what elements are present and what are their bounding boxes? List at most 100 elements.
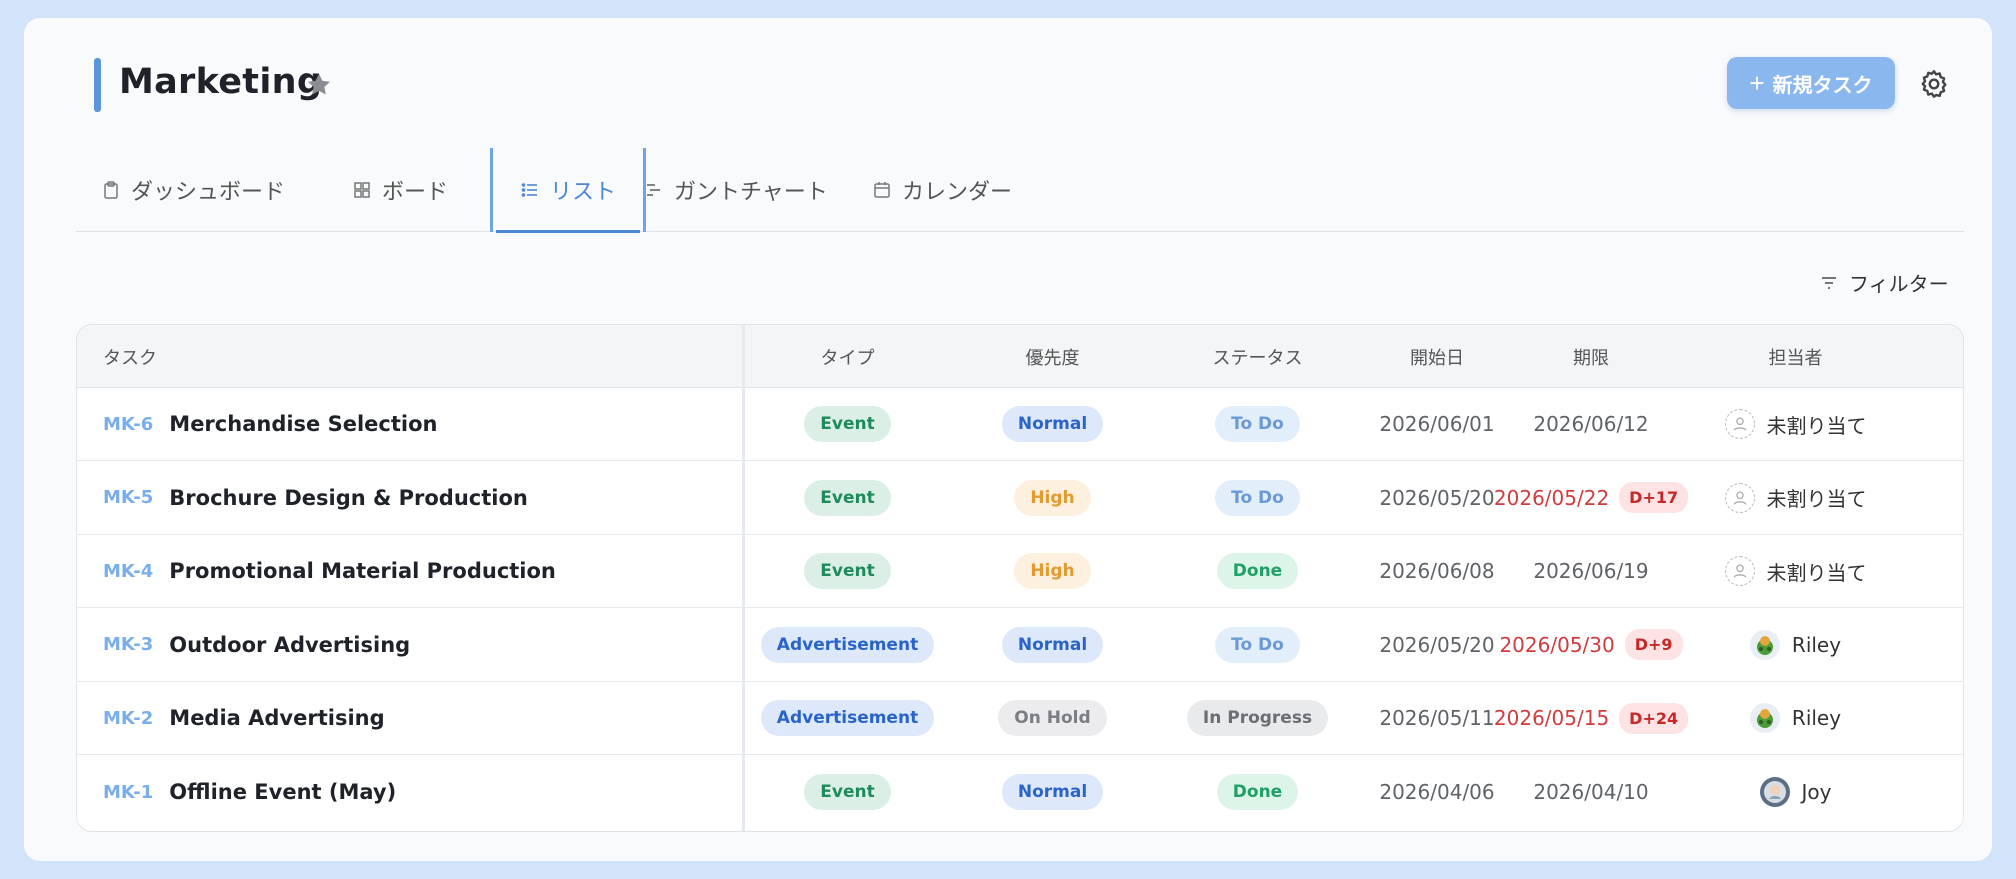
tab-label: カレンダー	[902, 180, 1013, 205]
type-badge: Advertisement	[760, 700, 935, 736]
task-name[interactable]: Media Advertising	[169, 706, 384, 730]
unassigned-avatar-icon	[1724, 482, 1755, 513]
task-name[interactable]: Outdoor Advertising	[169, 633, 410, 657]
assignee[interactable]: 未割り当て	[1724, 409, 1867, 439]
table-row[interactable]: MK-6 Merchandise Selection Event Normal To D…	[77, 388, 1963, 461]
due-date-cell: 2026/05/30 D+9	[1499, 609, 1683, 681]
new-task-label: 新規タスク	[1772, 74, 1873, 97]
tab-label: リスト	[550, 180, 617, 205]
table-row[interactable]: MK-2 Media Advertising Advertisement On Hol…	[77, 682, 1963, 755]
status-badge: To Do	[1215, 626, 1300, 663]
due-date-cell: 2026/05/22 D+17	[1494, 462, 1689, 534]
tab-calendar[interactable]: カレンダー	[872, 148, 1012, 232]
priority-badge: On Hold	[998, 700, 1107, 736]
priority-cell: On Hold	[950, 682, 1155, 754]
assignee[interactable]: Riley	[1749, 629, 1842, 660]
column-header-status[interactable]: ステータス	[1155, 325, 1360, 388]
calendar-icon	[874, 182, 890, 198]
gantt-icon	[647, 184, 660, 196]
status-badge: To Do	[1215, 479, 1300, 516]
tab-label: ダッシュボード	[131, 180, 286, 205]
task-key[interactable]: MK-1	[103, 782, 153, 803]
table-row[interactable]: MK-3 Outdoor Advertising Advertisement Norm…	[77, 609, 1963, 682]
list-icon	[521, 183, 537, 197]
table-row[interactable]: MK-1 Offline Event (May) Event Normal Done 20…	[77, 756, 1963, 829]
plus-icon: +	[1749, 68, 1765, 98]
avatar	[1749, 629, 1780, 660]
filter-label: フィルター	[1849, 272, 1949, 296]
status-badge: In Progress	[1186, 700, 1329, 736]
page-title: Marketing	[119, 62, 323, 102]
type-badge: Event	[804, 553, 891, 589]
task-key[interactable]: MK-6	[103, 414, 153, 435]
assignee-name: Riley	[1791, 632, 1842, 657]
assignee-name: Riley	[1791, 706, 1842, 730]
tab-list[interactable]: リスト	[489, 148, 647, 233]
priority-cell: Normal	[950, 756, 1155, 829]
filter-button[interactable]: フィルター	[1819, 268, 1949, 297]
title-accent-bar	[94, 58, 101, 112]
due-date: 2026/05/22	[1493, 485, 1610, 510]
start-date: 2026/05/20	[1379, 485, 1495, 510]
assignee-name: 未割り当て	[1766, 487, 1867, 511]
task-cell: MK-2 Media Advertising	[103, 682, 743, 754]
table-row[interactable]: MK-4 Promotional Material Production Event…	[77, 535, 1963, 608]
assignee-name: 未割り当て	[1766, 560, 1867, 585]
assignee[interactable]: 未割り当て	[1724, 482, 1867, 513]
tab-board[interactable]: ボード	[352, 148, 448, 232]
type-badge: Advertisement	[760, 626, 935, 663]
task-name[interactable]: Promotional Material Production	[169, 559, 556, 583]
assignee-cell: 未割り当て	[1668, 388, 1923, 460]
due-date: 2026/05/15	[1493, 706, 1610, 730]
due-date: 2026/06/19	[1533, 559, 1649, 583]
assignee[interactable]: Joy	[1759, 777, 1831, 807]
task-name[interactable]: Brochure Design & Production	[169, 486, 528, 510]
assignee[interactable]: 未割り当て	[1724, 556, 1867, 586]
start-date: 2026/06/08	[1379, 559, 1495, 583]
table-header: タスク タイプ 優先度 ステータス 開始日 期限 担当者	[77, 325, 1963, 388]
priority-cell: High	[950, 535, 1155, 607]
active-tab-underline	[496, 230, 641, 233]
new-task-button[interactable]: + 新規タスク	[1727, 57, 1895, 109]
assignee-cell: Riley	[1668, 609, 1923, 681]
column-header-priority[interactable]: 優先度	[950, 325, 1155, 388]
type-cell: Event	[745, 535, 950, 607]
due-date: 2026/04/10	[1533, 780, 1649, 804]
start-date-cell: 2026/05/20	[1360, 609, 1514, 681]
task-cell: MK-1 Offline Event (May)	[103, 756, 743, 829]
tab-gantt[interactable]: ガントチャート	[644, 148, 828, 232]
column-header-assignee[interactable]: 担当者	[1668, 325, 1923, 388]
status-badge: To Do	[1215, 406, 1300, 442]
priority-cell: High	[950, 462, 1155, 534]
assignee-cell: 未割り当て	[1668, 462, 1923, 534]
due-date-cell: 2026/06/19	[1514, 535, 1668, 607]
start-date: 2026/05/20	[1379, 632, 1495, 657]
task-key[interactable]: MK-2	[103, 708, 153, 729]
avatar	[1759, 777, 1790, 807]
priority-badge: High	[1014, 553, 1091, 589]
column-header-start[interactable]: 開始日	[1360, 325, 1514, 388]
task-name[interactable]: Offline Event (May)	[169, 780, 396, 804]
table-row[interactable]: MK-5 Brochure Design & Production Event Hig…	[77, 462, 1963, 535]
tab-dashboard[interactable]: ダッシュボード	[101, 148, 285, 232]
column-header-type[interactable]: タイプ	[745, 325, 950, 388]
due-date-cell: 2026/04/10	[1514, 756, 1668, 829]
tab-label: ガントチャート	[674, 180, 828, 205]
task-key[interactable]: MK-4	[103, 561, 153, 582]
column-header-task[interactable]: タスク	[103, 325, 157, 388]
due-date: 2026/05/30	[1499, 632, 1615, 657]
status-badge: Done	[1216, 553, 1299, 589]
task-key[interactable]: MK-3	[103, 634, 153, 655]
task-name[interactable]: Merchandise Selection	[169, 412, 437, 436]
assignee-cell: 未割り当て	[1668, 535, 1923, 607]
gear-icon[interactable]	[1918, 68, 1950, 100]
star-icon[interactable]	[304, 70, 334, 100]
task-key[interactable]: MK-5	[103, 487, 153, 508]
assignee[interactable]: Riley	[1749, 703, 1842, 733]
unassigned-avatar-icon	[1724, 556, 1755, 586]
type-cell: Advertisement	[745, 682, 950, 754]
assignee-cell: Riley	[1668, 682, 1923, 754]
start-date: 2026/06/01	[1379, 412, 1495, 436]
avatar	[1749, 703, 1780, 733]
column-header-due[interactable]: 期限	[1514, 325, 1668, 388]
